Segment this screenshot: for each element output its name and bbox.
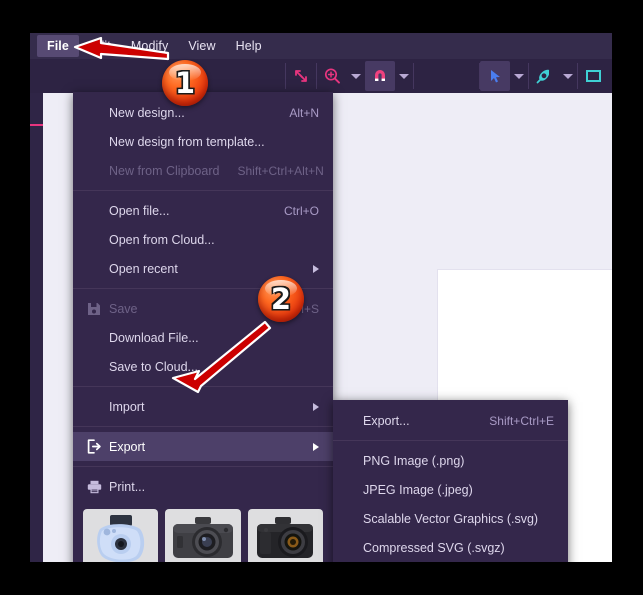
- menu-item-label: New from Clipboard: [109, 163, 220, 178]
- menu-item-label: Import: [109, 399, 145, 414]
- instant-camera-icon: [96, 515, 144, 562]
- pen-options-caret-button[interactable]: [559, 61, 577, 91]
- rectangle-tool-icon: [586, 70, 601, 82]
- annotation-badge-2: 2: [258, 276, 304, 322]
- submenu-item-export-dialog[interactable]: Export... Shift+Ctrl+E: [333, 406, 568, 435]
- menu-item-label: Export...: [363, 413, 410, 428]
- menu-separator: [73, 426, 333, 427]
- menu-item-label: Export: [109, 439, 146, 454]
- menubar-item-file[interactable]: File: [37, 35, 79, 57]
- menu-item-shortcut: Shift+Ctrl+E: [489, 413, 554, 428]
- menu-item-label: Save: [109, 301, 138, 316]
- magnet-snap-icon-button[interactable]: [365, 61, 395, 91]
- menu-item-download-file[interactable]: Download File...: [73, 323, 333, 352]
- menu-separator: [73, 386, 333, 387]
- chevron-down-icon: [563, 73, 573, 79]
- menu-item-new-design-from-template[interactable]: New design from template...: [73, 127, 333, 156]
- file-dropdown-menu[interactable]: New design... Alt+N New design from temp…: [73, 92, 333, 562]
- pen-tool-icon-button[interactable]: [529, 61, 559, 91]
- thumbnail-dslr-camera-angled[interactable]: [247, 509, 323, 562]
- menu-item-shortcut: Alt+N: [289, 105, 319, 120]
- pen-tool-icon: [536, 69, 549, 84]
- menu-item-shortcut: Ctrl+O: [283, 203, 319, 218]
- menu-separator: [73, 190, 333, 191]
- submenu-item-png[interactable]: PNG Image (.png): [333, 446, 568, 475]
- zoom-in-icon-button[interactable]: [317, 61, 347, 91]
- rail-active-accent: [30, 124, 43, 126]
- export-arrow-icon: [87, 439, 109, 454]
- screenshot-root: File Edit Modify View Help New design...…: [0, 0, 643, 595]
- menu-item-label: PNG Image (.png): [363, 453, 465, 468]
- menubar-item-edit[interactable]: Edit: [79, 35, 121, 57]
- toolbar: [30, 59, 612, 93]
- menu-item-label: New design from template...: [109, 134, 265, 149]
- menu-item-open-from-cloud[interactable]: Open from Cloud...: [73, 225, 333, 254]
- dslr-camera-front-icon: [172, 517, 233, 558]
- printer-icon: [87, 480, 109, 494]
- menu-separator: [333, 440, 568, 441]
- submenu-item-svg[interactable]: Scalable Vector Graphics (.svg): [333, 504, 568, 533]
- menu-item-open-recent[interactable]: Open recent: [73, 254, 333, 283]
- menubar-item-view[interactable]: View: [178, 35, 225, 57]
- menu-item-save-to-cloud[interactable]: Save to Cloud...: [73, 352, 333, 381]
- menu-item-label: New design...: [109, 105, 185, 120]
- badge-number: 1: [174, 65, 196, 100]
- menubar-item-modify[interactable]: Modify: [121, 35, 178, 57]
- zoom-options-caret-button[interactable]: [347, 61, 365, 91]
- menu-bar: File Edit Modify View Help: [30, 33, 612, 59]
- menu-item-import[interactable]: Import: [73, 392, 333, 421]
- annotation-badge-1: 1: [162, 60, 208, 106]
- menubar-item-help[interactable]: Help: [226, 35, 272, 57]
- resize-arrows-icon-button[interactable]: [286, 61, 316, 91]
- menu-item-label: Print...: [109, 479, 146, 494]
- menu-separator: [73, 466, 333, 467]
- thumbnail-instant-camera[interactable]: [83, 509, 159, 562]
- submenu-item-jpeg[interactable]: JPEG Image (.jpeg): [333, 475, 568, 504]
- chevron-down-icon: [399, 73, 409, 79]
- menu-item-label: Scalable Vector Graphics (.svg): [363, 511, 539, 526]
- export-submenu[interactable]: Export... Shift+Ctrl+E PNG Image (.png) …: [333, 400, 568, 562]
- menu-item-label: Open from Cloud...: [109, 232, 215, 247]
- magnet-snap-icon: [375, 70, 385, 81]
- menu-item-label: Save to Cloud...: [109, 359, 198, 374]
- menu-item-new-design[interactable]: New design... Alt+N: [73, 98, 333, 127]
- resize-arrows-icon: [295, 70, 307, 82]
- select-cursor-icon-button[interactable]: [480, 61, 510, 91]
- menu-item-label: Compressed SVG (.svgz): [363, 540, 505, 555]
- thumbnail-dslr-camera-front[interactable]: [165, 509, 241, 562]
- select-options-caret-button[interactable]: [510, 61, 528, 91]
- menu-item-label: Open recent: [109, 261, 178, 276]
- menu-item-label: Download File...: [109, 330, 199, 345]
- chevron-down-icon: [514, 73, 524, 79]
- tool-rail[interactable]: [30, 93, 43, 562]
- menu-item-print[interactable]: Print...: [73, 472, 333, 501]
- badge-number: 2: [270, 281, 292, 316]
- dslr-camera-angled-icon: [257, 517, 314, 558]
- toolbar-divider: [413, 63, 414, 89]
- submenu-arrow-icon: [313, 264, 319, 273]
- application-window: File Edit Modify View Help New design...…: [30, 33, 612, 562]
- menu-item-label: Open file...: [109, 203, 170, 218]
- recent-designs-gallery: [73, 501, 333, 562]
- menu-item-export[interactable]: Export: [73, 432, 333, 461]
- snap-options-caret-button[interactable]: [395, 61, 413, 91]
- menu-item-shortcut: Shift+Ctrl+Alt+N: [237, 163, 324, 178]
- submenu-arrow-icon: [313, 442, 319, 451]
- chevron-down-icon: [351, 73, 361, 79]
- zoom-in-icon: [324, 68, 340, 84]
- submenu-arrow-icon: [313, 402, 319, 411]
- menu-item-open-file[interactable]: Open file... Ctrl+O: [73, 196, 333, 225]
- submenu-item-svgz[interactable]: Compressed SVG (.svgz): [333, 533, 568, 562]
- menu-item-label: JPEG Image (.jpeg): [363, 482, 473, 497]
- save-floppy-icon: [87, 302, 109, 316]
- menu-item-new-from-clipboard: New from Clipboard Shift+Ctrl+Alt+N: [73, 156, 333, 185]
- rectangle-tool-icon-button[interactable]: [578, 61, 608, 91]
- select-cursor-icon: [491, 70, 500, 83]
